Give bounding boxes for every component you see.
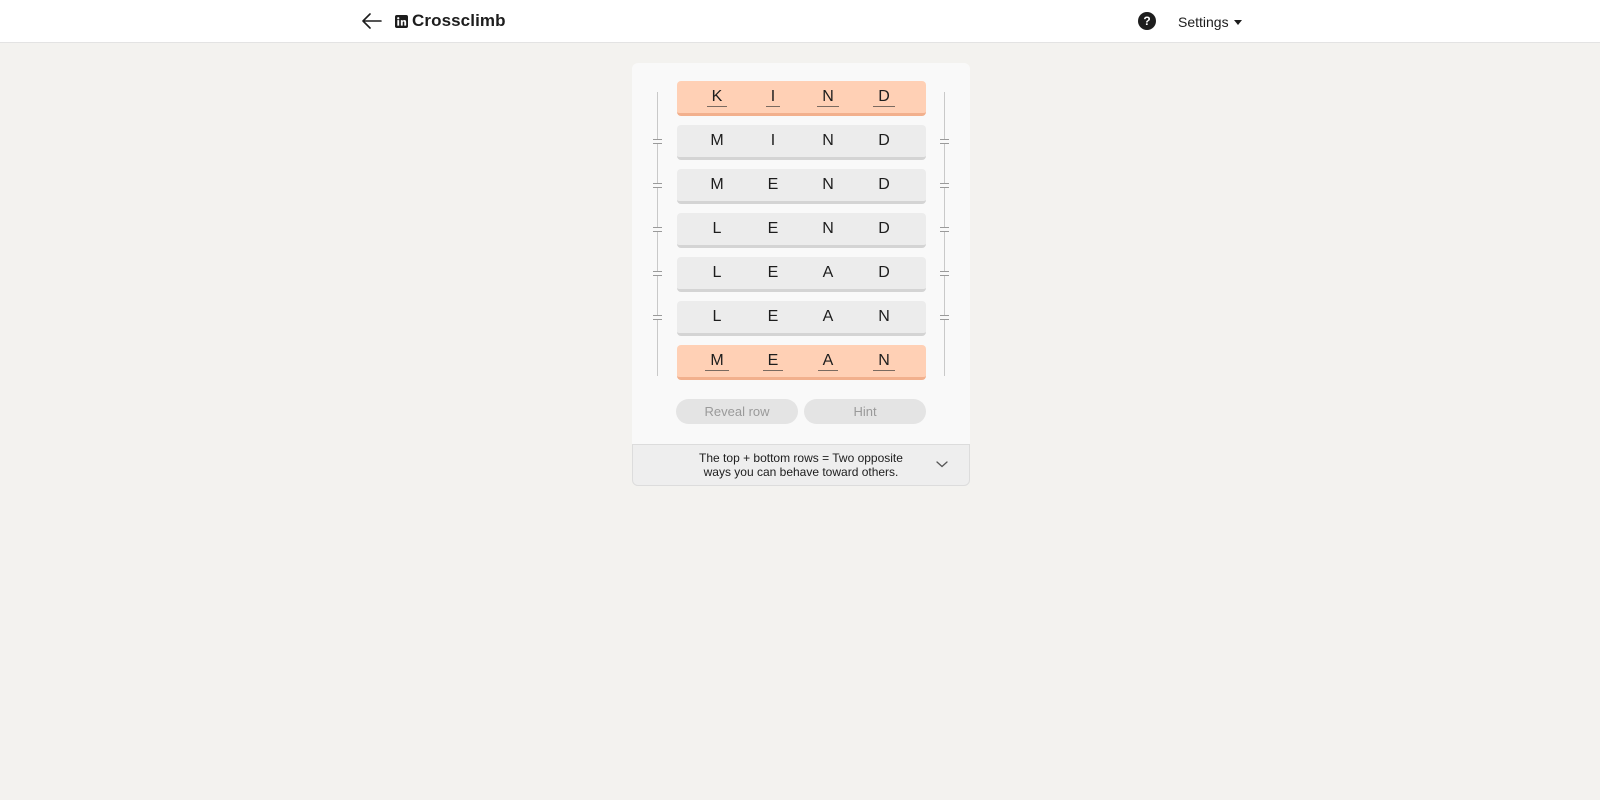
letter-cell: A <box>816 301 840 333</box>
ladder-row[interactable]: LEAN <box>677 301 926 336</box>
letter: A <box>822 308 834 325</box>
letter-cell: D <box>872 169 896 201</box>
letter: L <box>712 308 722 325</box>
letter: E <box>762 352 784 371</box>
letter: D <box>878 264 890 281</box>
letter: E <box>767 220 779 237</box>
letter: E <box>767 308 779 325</box>
drag-handle-icon[interactable] <box>653 271 662 276</box>
game-title: Crossclimb <box>412 11 506 30</box>
letter-cell: E <box>761 213 785 245</box>
left-rail <box>657 92 658 376</box>
clue-panel[interactable]: The top + bottom rows = Two opposite way… <box>632 444 970 486</box>
drag-handle-icon[interactable] <box>653 227 662 232</box>
letter: M <box>710 132 724 149</box>
letter: K <box>706 88 728 107</box>
letter-cell: N <box>816 125 840 157</box>
letter-cell: I <box>761 125 785 157</box>
drag-handle-icon[interactable] <box>653 139 662 144</box>
letter: N <box>873 352 895 371</box>
top-navigation-bar: Crossclimb ? Settings <box>0 0 1600 43</box>
letter: I <box>765 88 781 107</box>
arrow-left-icon <box>362 13 382 29</box>
back-button[interactable] <box>361 10 383 32</box>
letter-cell: A <box>816 257 840 289</box>
letter-cell: N <box>872 301 896 333</box>
drag-handle-icon[interactable] <box>940 227 949 232</box>
clue-text: The top + bottom rows = Two opposite way… <box>683 451 919 479</box>
letter-cell: K <box>705 81 729 113</box>
ladder-row[interactable]: MIND <box>677 125 926 160</box>
letter: D <box>878 176 890 193</box>
letter: E <box>767 264 779 281</box>
letter-cell: A <box>816 345 840 377</box>
settings-dropdown[interactable]: Settings <box>1178 13 1242 31</box>
drag-handle-icon[interactable] <box>653 183 662 188</box>
letter-cell: D <box>872 213 896 245</box>
letter-cell: D <box>872 81 896 113</box>
drag-handle-icon[interactable] <box>940 183 949 188</box>
reveal-row-button[interactable]: Reveal row <box>676 399 798 424</box>
letter-cell: L <box>705 257 729 289</box>
drag-handle-icon[interactable] <box>940 271 949 276</box>
letter: N <box>822 132 834 149</box>
letter: N <box>822 176 834 193</box>
ladder-row-endpoint[interactable]: MEAN <box>677 345 926 380</box>
letter: D <box>878 132 890 149</box>
letter: A <box>817 352 839 371</box>
caret-down-icon <box>1233 20 1242 25</box>
game-brand: Crossclimb <box>395 10 506 32</box>
drag-handle-icon[interactable] <box>940 315 949 320</box>
letter: A <box>822 264 834 281</box>
letter: N <box>878 308 890 325</box>
letter-cell: N <box>872 345 896 377</box>
letter: D <box>873 88 895 107</box>
letter: L <box>712 220 722 237</box>
chevron-down-icon[interactable] <box>935 457 949 471</box>
letter: M <box>710 176 724 193</box>
ladder-row[interactable]: LEAD <box>677 257 926 292</box>
letter-cell: E <box>761 169 785 201</box>
drag-handle-icon[interactable] <box>653 315 662 320</box>
clue-line-2: ways you can behave toward others. <box>703 465 899 479</box>
letter-cell: I <box>761 81 785 113</box>
settings-label: Settings <box>1178 14 1229 30</box>
letter-cell: D <box>872 125 896 157</box>
ladder-row-endpoint[interactable]: KIND <box>677 81 926 116</box>
letter-cell: N <box>816 213 840 245</box>
letter: N <box>817 88 839 107</box>
letter-cell: M <box>705 345 729 377</box>
letter: I <box>770 132 776 149</box>
letter: M <box>705 352 729 371</box>
ladder-row[interactable]: MEND <box>677 169 926 204</box>
letter-cell: E <box>761 257 785 289</box>
clue-line-1: The top + bottom rows = Two opposite <box>699 451 903 465</box>
help-button[interactable]: ? <box>1138 12 1156 30</box>
letter: N <box>822 220 834 237</box>
letter-cell: D <box>872 257 896 289</box>
letter-cell: L <box>705 213 729 245</box>
letter-cell: L <box>705 301 729 333</box>
letter-cell: M <box>705 169 729 201</box>
letter-cell: M <box>705 125 729 157</box>
letter: D <box>878 220 890 237</box>
letter: L <box>712 264 722 281</box>
puzzle-board: KINDMINDMENDLENDLEADLEANMEAN Reveal row … <box>632 63 970 444</box>
ladder-row[interactable]: LEND <box>677 213 926 248</box>
question-circle-icon: ? <box>1143 14 1151 28</box>
letter-cell: E <box>761 345 785 377</box>
linkedin-logo-icon <box>395 14 408 28</box>
drag-handle-icon[interactable] <box>940 139 949 144</box>
right-rail <box>944 92 945 376</box>
letter: E <box>767 176 779 193</box>
letter-cell: E <box>761 301 785 333</box>
letter-cell: N <box>816 169 840 201</box>
hint-button[interactable]: Hint <box>804 399 926 424</box>
letter-cell: N <box>816 81 840 113</box>
